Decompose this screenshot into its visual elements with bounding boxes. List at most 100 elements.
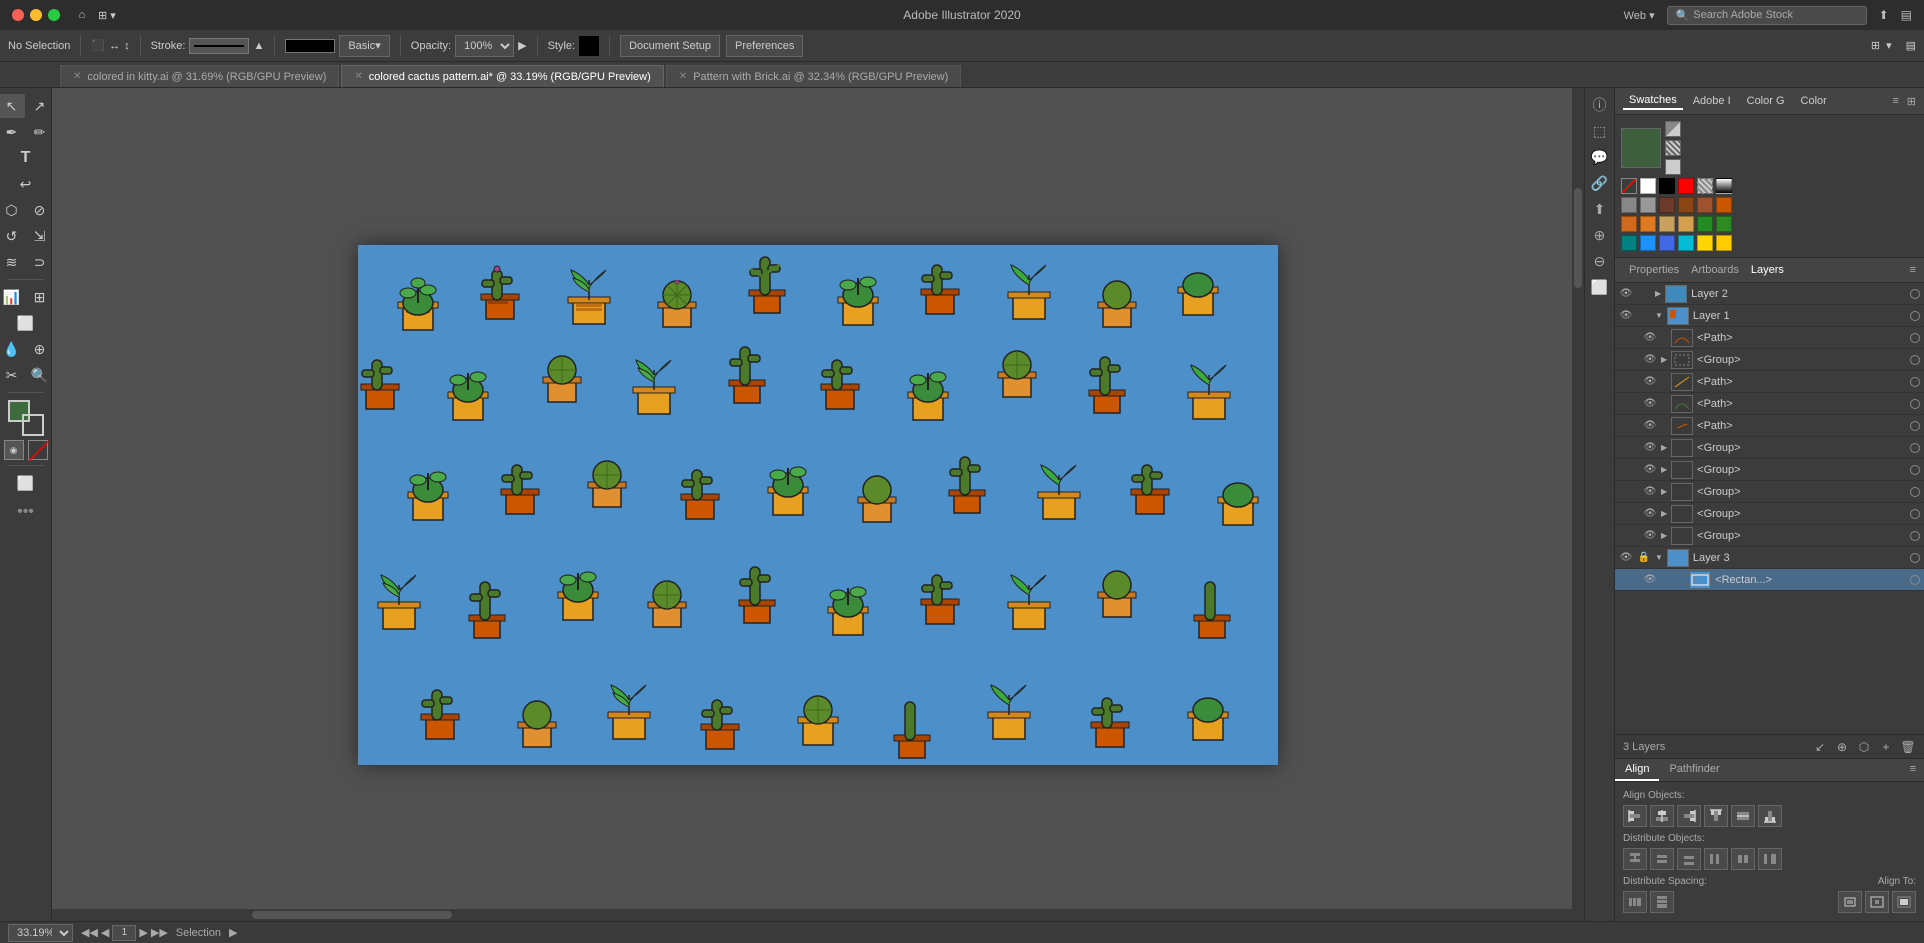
path-3-visibility[interactable]: 👁 bbox=[1643, 397, 1657, 411]
align-center-h-btn[interactable] bbox=[1650, 805, 1674, 827]
path-4-visibility[interactable]: 👁 bbox=[1643, 419, 1657, 433]
width-tool[interactable]: ⊃ bbox=[27, 250, 53, 274]
eyedropper-tool[interactable]: 💧 bbox=[0, 337, 25, 361]
align-left-btn[interactable] bbox=[1623, 805, 1647, 827]
layer-3-visibility[interactable]: 👁 bbox=[1619, 551, 1633, 565]
dist-top-btn[interactable] bbox=[1623, 848, 1647, 870]
group-6-item[interactable]: 👁 ▶ <Group> bbox=[1615, 525, 1924, 547]
swatch-yellow2[interactable] bbox=[1716, 235, 1732, 251]
artboard-nav-button[interactable]: ⬚ bbox=[1589, 120, 1611, 142]
next-artboard-btn[interactable]: ▶▶ bbox=[151, 926, 168, 939]
window-controls[interactable] bbox=[12, 9, 60, 21]
swatches-tab[interactable]: Swatches bbox=[1623, 92, 1683, 110]
make-sublayer-btn[interactable]: ↙ bbox=[1812, 739, 1828, 755]
group-3-visibility[interactable]: 👁 bbox=[1643, 463, 1657, 477]
swatch-brown1[interactable] bbox=[1659, 197, 1675, 213]
dist-left-btn[interactable] bbox=[1704, 848, 1728, 870]
link-button[interactable]: 🔗 bbox=[1589, 172, 1611, 194]
swatch-p3[interactable] bbox=[1665, 159, 1681, 175]
group-4-target[interactable] bbox=[1910, 487, 1920, 497]
curve-tool[interactable]: ✏ bbox=[27, 120, 53, 144]
new-layer-btn[interactable]: + bbox=[1878, 739, 1894, 755]
direct-selection-tool[interactable]: ↗ bbox=[27, 94, 53, 118]
zoom-tool[interactable]: 🔍 bbox=[27, 363, 53, 387]
path-4-target[interactable] bbox=[1910, 421, 1920, 431]
swatch-white[interactable] bbox=[1640, 178, 1656, 194]
dist-center-v-btn[interactable] bbox=[1731, 848, 1755, 870]
swatch-large-preview[interactable] bbox=[1621, 128, 1661, 168]
stroke-type-button[interactable]: Basic ▾ bbox=[339, 35, 389, 57]
tab-3[interactable]: ✕ Pattern with Brick.ai @ 32.34% (RGB/GP… bbox=[666, 65, 961, 87]
group-5-expand[interactable]: ▶ bbox=[1661, 509, 1667, 518]
color-mode-color[interactable]: ◉ bbox=[4, 440, 24, 460]
group-2-item[interactable]: 👁 ▶ <Group> bbox=[1615, 437, 1924, 459]
dist-vert-spacing-btn[interactable] bbox=[1650, 891, 1674, 913]
stroke-up-icon[interactable]: ▲ bbox=[253, 40, 264, 52]
horizontal-scrollbar[interactable] bbox=[52, 909, 1584, 921]
pathfinder-tab[interactable]: Pathfinder bbox=[1659, 759, 1729, 781]
swatch-blue2[interactable] bbox=[1659, 235, 1675, 251]
swatch-gray1[interactable] bbox=[1621, 197, 1637, 213]
swatches-grid-icon[interactable]: ⊞ bbox=[1907, 95, 1916, 108]
home-button[interactable]: ⌂ bbox=[72, 5, 92, 25]
arrange-menu[interactable]: ▾ bbox=[1886, 39, 1892, 52]
layer-1-visibility[interactable]: 👁 bbox=[1619, 309, 1633, 323]
group-3-item[interactable]: 👁 ▶ <Group> bbox=[1615, 459, 1924, 481]
prev-btn[interactable]: ◀ bbox=[101, 926, 109, 939]
group-4-item[interactable]: 👁 ▶ <Group> bbox=[1615, 481, 1924, 503]
layer-3-expand[interactable]: ▼ bbox=[1655, 553, 1663, 562]
group-1-item[interactable]: 👁 ▶ <Group> bbox=[1615, 349, 1924, 371]
layer-2-item[interactable]: 👁 ▶ Layer 2 bbox=[1615, 283, 1924, 305]
group-5-target[interactable] bbox=[1910, 509, 1920, 519]
layer-2-target[interactable] bbox=[1910, 289, 1920, 299]
group-1-expand[interactable]: ▶ bbox=[1661, 355, 1667, 364]
rectan-visibility[interactable]: 👁 bbox=[1643, 573, 1657, 587]
warp-tool[interactable]: ≋ bbox=[0, 250, 25, 274]
group-3-target[interactable] bbox=[1910, 465, 1920, 475]
group-5-item[interactable]: 👁 ▶ <Group> bbox=[1615, 503, 1924, 525]
artboard-number-input[interactable] bbox=[112, 925, 136, 941]
dist-right-btn[interactable] bbox=[1758, 848, 1782, 870]
zoom-in-button[interactable]: ⊕ bbox=[1589, 224, 1611, 246]
scale-tool[interactable]: ⇲ bbox=[27, 224, 53, 248]
path-1-visibility[interactable]: 👁 bbox=[1643, 331, 1657, 345]
artboard-tool[interactable]: ⬜ bbox=[13, 311, 39, 335]
shape-builder-tool[interactable]: ⬡ bbox=[0, 198, 25, 222]
comment-button[interactable]: 💬 bbox=[1589, 146, 1611, 168]
align-to-selection-btn[interactable] bbox=[1838, 891, 1862, 913]
graph-tool[interactable]: 📊 bbox=[0, 285, 25, 309]
swatch-tan2[interactable] bbox=[1678, 216, 1694, 232]
swatch-p1[interactable] bbox=[1665, 121, 1681, 137]
vertical-scrollbar[interactable] bbox=[1572, 88, 1584, 909]
panels-toggle[interactable]: ▤ bbox=[1906, 39, 1916, 52]
stroke-color[interactable] bbox=[22, 414, 44, 436]
swatch-none[interactable] bbox=[1621, 178, 1637, 194]
swatch-gray2[interactable] bbox=[1640, 197, 1656, 213]
group-1-visibility[interactable]: 👁 bbox=[1643, 353, 1657, 367]
dist-horiz-spacing-btn[interactable] bbox=[1623, 891, 1647, 913]
pen-tool[interactable]: ✒ bbox=[0, 120, 25, 144]
canvas-area[interactable] bbox=[52, 88, 1584, 921]
path-2-target[interactable] bbox=[1910, 377, 1920, 387]
swatch-grad1[interactable] bbox=[1716, 178, 1732, 194]
close-button[interactable] bbox=[12, 9, 24, 21]
group-6-visibility[interactable]: 👁 bbox=[1643, 529, 1657, 543]
group-2-expand[interactable]: ▶ bbox=[1661, 443, 1667, 452]
zoom-select[interactable]: 33.19% bbox=[8, 924, 73, 942]
color-tab[interactable]: Color bbox=[1795, 93, 1833, 109]
dist-bottom-btn[interactable] bbox=[1677, 848, 1701, 870]
artboards-tab[interactable]: Artboards bbox=[1685, 262, 1745, 278]
prev-artboard-btn[interactable]: ◀◀ bbox=[81, 926, 98, 939]
tab-close-1[interactable]: ✕ bbox=[73, 71, 81, 82]
path-2-visibility[interactable]: 👁 bbox=[1643, 375, 1657, 389]
swatch-green2[interactable] bbox=[1716, 216, 1732, 232]
swatch-pattern1[interactable] bbox=[1697, 178, 1713, 194]
swatch-black[interactable] bbox=[1659, 178, 1675, 194]
align-to-key-object-btn[interactable] bbox=[1865, 891, 1889, 913]
stroke-preview[interactable] bbox=[189, 38, 249, 54]
rotate-tool[interactable]: ↺ bbox=[0, 224, 25, 248]
swatch-blue1[interactable] bbox=[1640, 235, 1656, 251]
next-btn[interactable]: ▶ bbox=[139, 926, 147, 939]
group-5-visibility[interactable]: 👁 bbox=[1643, 507, 1657, 521]
path-1-item[interactable]: 👁 ▶ <Path> bbox=[1615, 327, 1924, 349]
